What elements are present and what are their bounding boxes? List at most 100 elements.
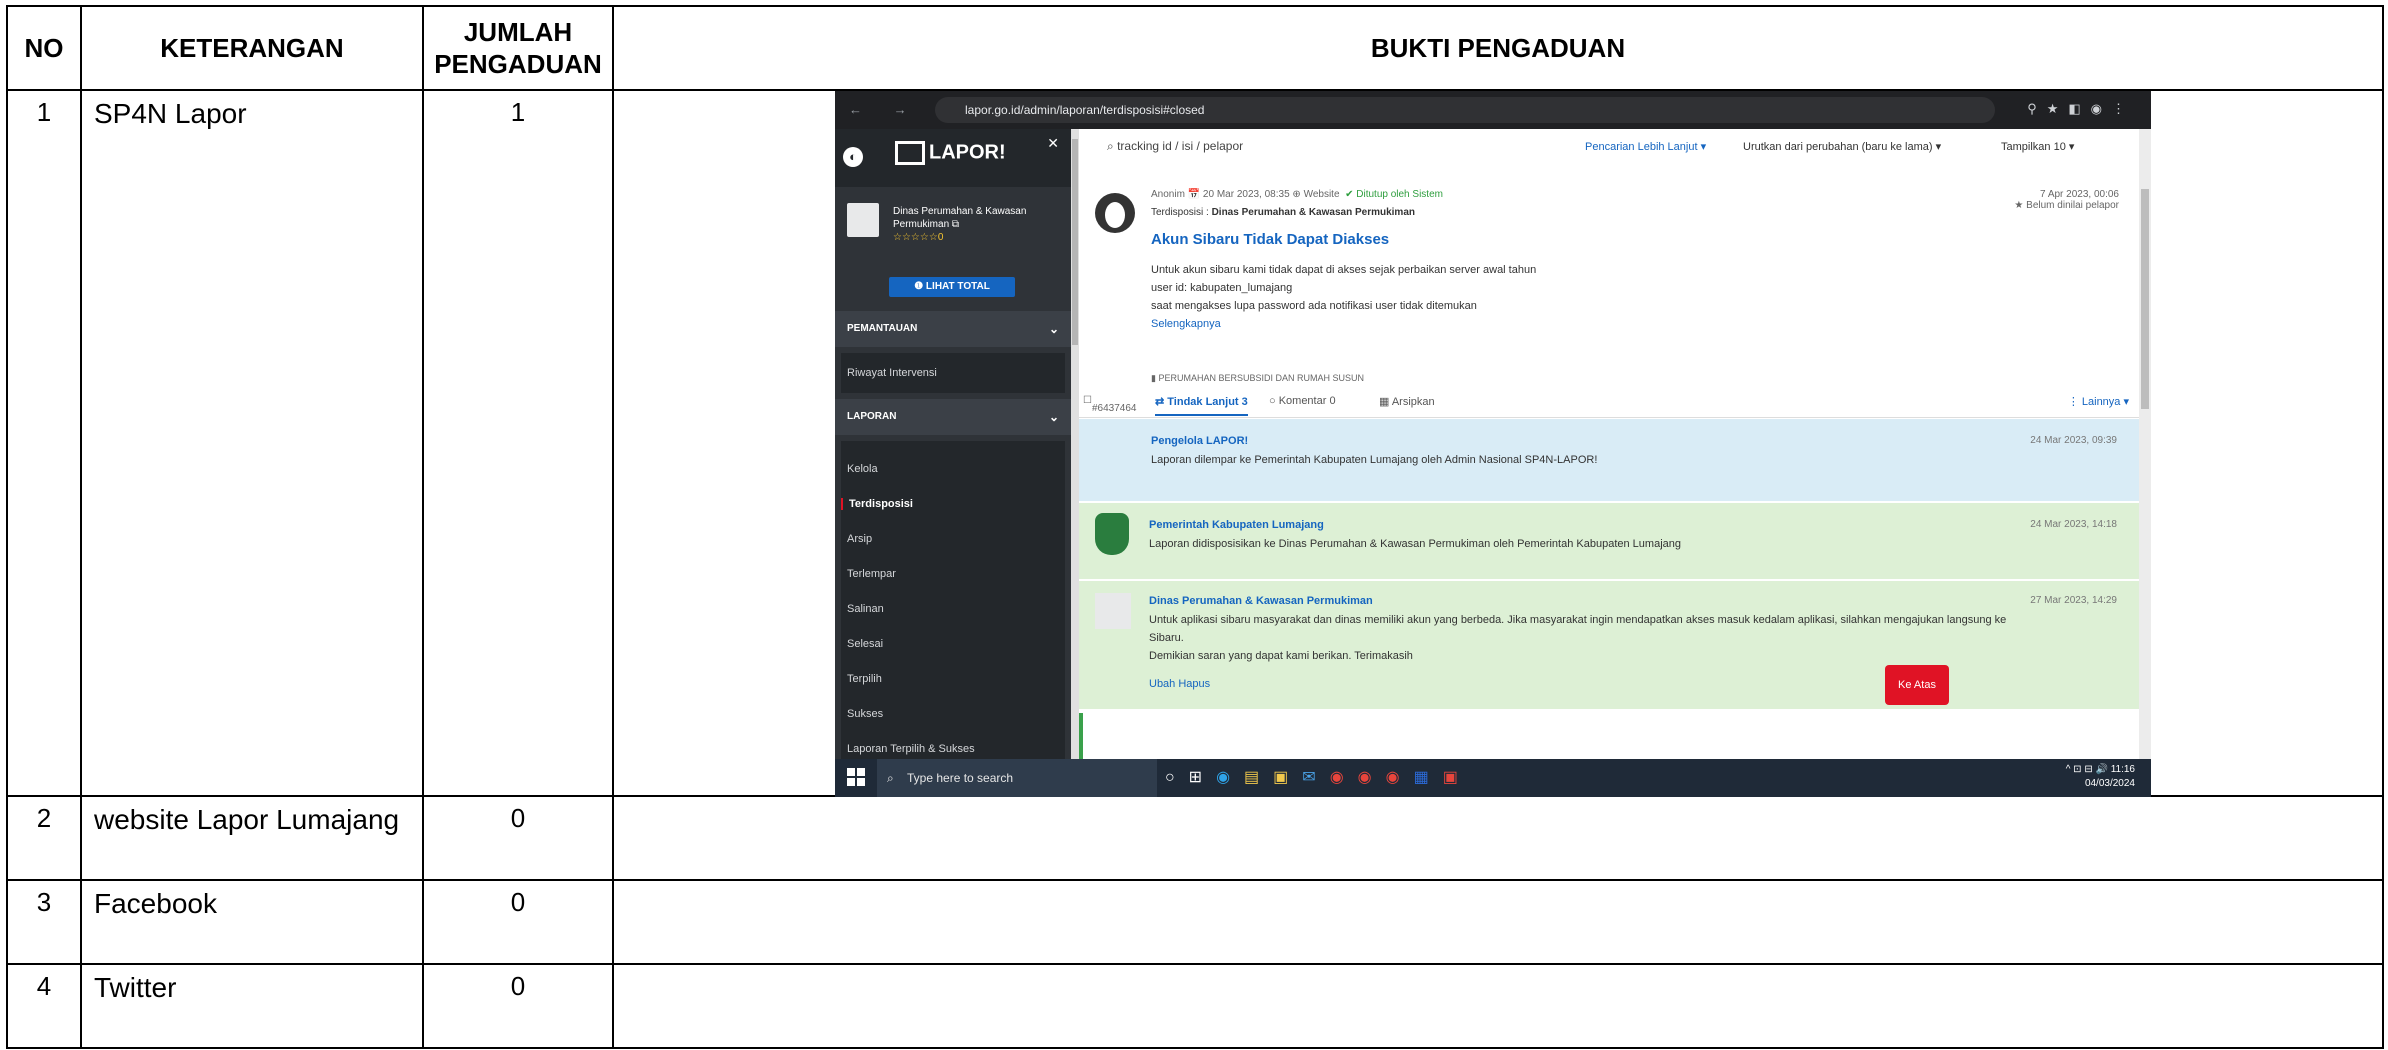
feed-item: Pengelola LAPOR! Laporan dilempar ke Pem… [1079, 419, 2139, 501]
feed-date: 27 Mar 2023, 14:29 [2030, 595, 2117, 606]
sidebar-item-arsip[interactable]: Arsip [847, 533, 1057, 545]
disposition-label: Terdisposisi : [1151, 207, 1212, 218]
taskbar-search-placeholder: Type here to search [907, 771, 1014, 785]
report-body-line: user id: kabupaten_lumajang [1151, 282, 1293, 294]
section-laporan-label: LAPORAN [847, 411, 897, 422]
row-bukti [612, 963, 2384, 1049]
sidebar-item-terlempar[interactable]: Terlempar [847, 568, 1057, 580]
row-bukti [612, 795, 2384, 881]
sidebar-header: ◐ LAPOR! ✕ [835, 129, 1071, 187]
external-link-icon[interactable]: ⧉ [952, 219, 959, 230]
feed-text-line: Demikian saran yang dapat kami berikan. … [1149, 650, 1413, 662]
row-jumlah: 0 [422, 879, 614, 965]
chevron-down-icon: ⌄ [1048, 410, 1059, 424]
header-jumlah: JUMLAH PENGADUAN [422, 5, 614, 91]
taskbar-app-icons[interactable]: ○⊞◉▤▣✉◉◉◉▦▣ [1165, 767, 1472, 787]
report-body: Untuk akun sibaru kami tidak dapat di ak… [1151, 261, 1536, 333]
row-keterangan: website Lapor Lumajang [80, 795, 424, 881]
search-input[interactable]: ⌕ tracking id / isi / pelapor [1107, 139, 1243, 154]
sidebar-item-selesai[interactable]: Selesai [847, 638, 1057, 650]
sidebar-item-terdisposisi[interactable]: Terdisposisi [841, 498, 1059, 510]
search-icon: ⌕ [1107, 139, 1114, 153]
lapor-logo: LAPOR! [895, 141, 1006, 165]
row-jumlah: 0 [422, 795, 614, 881]
report-meta-text: Anonim 📅 20 Mar 2023, 08:35 ⊕ Website [1151, 189, 1340, 200]
category-tag[interactable]: ▮ PERUMAHAN BERSUBSIDI DAN RUMAH SUSUN [1151, 373, 1364, 384]
browser-extension-icons[interactable]: ⚲★◧◉⋮ [2027, 101, 2135, 117]
header-keterangan: KETERANGAN [80, 5, 424, 91]
row-keterangan: Facebook [80, 879, 424, 965]
feed-text-line: Sibaru. [1149, 632, 1184, 644]
read-more-link[interactable]: Selengkapnya [1151, 315, 1536, 333]
feed-date: 24 Mar 2023, 09:39 [2030, 435, 2117, 446]
sidebar-item-terpilih[interactable]: Terpilih [847, 673, 1057, 685]
taskbar-search[interactable]: ⌕ Type here to search [877, 759, 1157, 797]
report-date: 7 Apr 2023, 00:06 [2040, 189, 2119, 200]
back-to-top-button[interactable]: Ke Atas [1885, 665, 1949, 705]
row-no: 3 [6, 879, 82, 965]
chevron-down-icon: ⌄ [1048, 322, 1059, 336]
kabupaten-emblem-icon [1095, 513, 1129, 555]
agency-name[interactable]: Dinas Perumahan & Kawasan Permukiman [893, 206, 1026, 230]
reporter-avatar [1095, 193, 1135, 233]
header-no: NO [6, 5, 82, 91]
sidebar-item-terpilih-sukses[interactable]: Laporan Terpilih & Sukses [847, 743, 1057, 755]
table-row: 2 website Lapor Lumajang 0 [6, 795, 2384, 881]
sort-dropdown[interactable]: Urutkan dari perubahan (baru ke lama) ▾ [1743, 140, 1941, 153]
page-size-dropdown[interactable]: Tampilkan 10 ▾ [2001, 140, 2074, 153]
address-bar[interactable]: lapor.go.id/admin/laporan/terdisposisi#c… [935, 97, 1995, 123]
row-no: 1 [6, 89, 82, 797]
tab-arsipkan[interactable]: ▦ Arsipkan [1379, 395, 1435, 408]
sidebar-item-riwayat[interactable]: Riwayat Intervensi [847, 367, 1057, 379]
header-jumlah-line2: PENGADUAN [434, 49, 602, 79]
report-tabs: ☐ #6437464 ⇄ Tindak Lanjut 3 ○ Komentar … [1079, 387, 2139, 418]
sidebar-item-sukses[interactable]: Sukses [847, 708, 1057, 720]
lihat-total-button[interactable]: ❶ LIHAT TOTAL [889, 277, 1015, 297]
disposition-line: Terdisposisi : Dinas Perumahan & Kawasan… [1151, 207, 1415, 218]
feed-author[interactable]: Pemerintah Kabupaten Lumajang [1149, 519, 1324, 531]
windows-start-icon[interactable] [847, 768, 865, 786]
feed-text-line: Untuk aplikasi sibaru masyarakat dan din… [1149, 614, 2007, 626]
report-date-block: 7 Apr 2023, 00:06 ★ Belum dinilai pelapor [2014, 189, 2119, 211]
sidebar-scroll-thumb[interactable] [1072, 139, 1078, 345]
row-no: 4 [6, 963, 82, 1049]
close-icon[interactable]: ✕ [1047, 135, 1059, 152]
feed-author[interactable]: Pengelola LAPOR! [1151, 435, 1248, 447]
report-body-line: saat mengakses lupa password ada notifik… [1151, 300, 1477, 312]
feed-author[interactable]: Dinas Perumahan & Kawasan Permukiman [1149, 595, 1373, 607]
sidebar: ◐ LAPOR! ✕ Dinas Perumahan & Kawasan Per… [835, 129, 1071, 759]
rating-note: ★ Belum dinilai pelapor [2014, 200, 2119, 211]
report-body-line: Untuk akun sibaru kami tidak dapat di ak… [1151, 264, 1537, 276]
tab-tindak-lanjut[interactable]: ⇄ Tindak Lanjut 3 [1155, 395, 1248, 416]
system-tray[interactable]: ^ ⊡ ⊟ 🔊 11:16 04/03/2024 [2066, 763, 2135, 791]
row-keterangan: Twitter [80, 963, 424, 1049]
sidebar-item-salinan[interactable]: Salinan [847, 603, 1057, 615]
content-scrollbar[interactable] [2139, 129, 2151, 759]
search-placeholder: tracking id / isi / pelapor [1117, 139, 1244, 153]
sidebar-scrollbar[interactable] [1071, 129, 1079, 759]
feed-item-partial [1079, 713, 2139, 759]
report-title[interactable]: Akun Sibaru Tidak Dapat Diakses [1151, 231, 1389, 248]
search-icon: ⌕ [887, 771, 894, 785]
table-row: 3 Facebook 0 [6, 879, 2384, 965]
tab-komentar[interactable]: ○ Komentar 0 [1269, 395, 1336, 407]
clock-time: 11:16 [2110, 764, 2135, 775]
report-id: ☐ #6437464 [1083, 395, 1137, 414]
section-laporan[interactable]: LAPORAN ⌄ [835, 399, 1071, 435]
report-meta: Anonim 📅 20 Mar 2023, 08:35 ⊕ Website ✔ … [1151, 189, 1443, 200]
row-jumlah: 0 [422, 963, 614, 1049]
globe-icon[interactable]: ◐ [843, 147, 863, 167]
logo-mark-icon [895, 141, 925, 165]
windows-taskbar: ⌕ Type here to search ○⊞◉▤▣✉◉◉◉▦▣ ^ ⊡ ⊟ 🔊… [835, 759, 2151, 797]
agency-avatar [1095, 593, 1131, 629]
sidebar-item-kelola[interactable]: Kelola [847, 463, 1057, 475]
advanced-search-dropdown[interactable]: Pencarian Lebih Lanjut ▾ [1585, 140, 1706, 153]
section-pemantauan[interactable]: PEMANTAUAN ⌄ [835, 311, 1071, 347]
more-menu[interactable]: ⋮ Lainnya ▾ [2068, 395, 2129, 408]
search-bar: ⌕ tracking id / isi / pelapor Pencarian … [1079, 129, 2139, 169]
content-scroll-thumb[interactable] [2141, 189, 2149, 409]
section-pemantauan-label: PEMANTAUAN [847, 323, 918, 334]
feed-date: 24 Mar 2023, 14:18 [2030, 519, 2117, 530]
feed-item: Dinas Perumahan & Kawasan Permukiman Unt… [1079, 581, 2139, 709]
header-jumlah-line1: JUMLAH [463, 17, 573, 47]
